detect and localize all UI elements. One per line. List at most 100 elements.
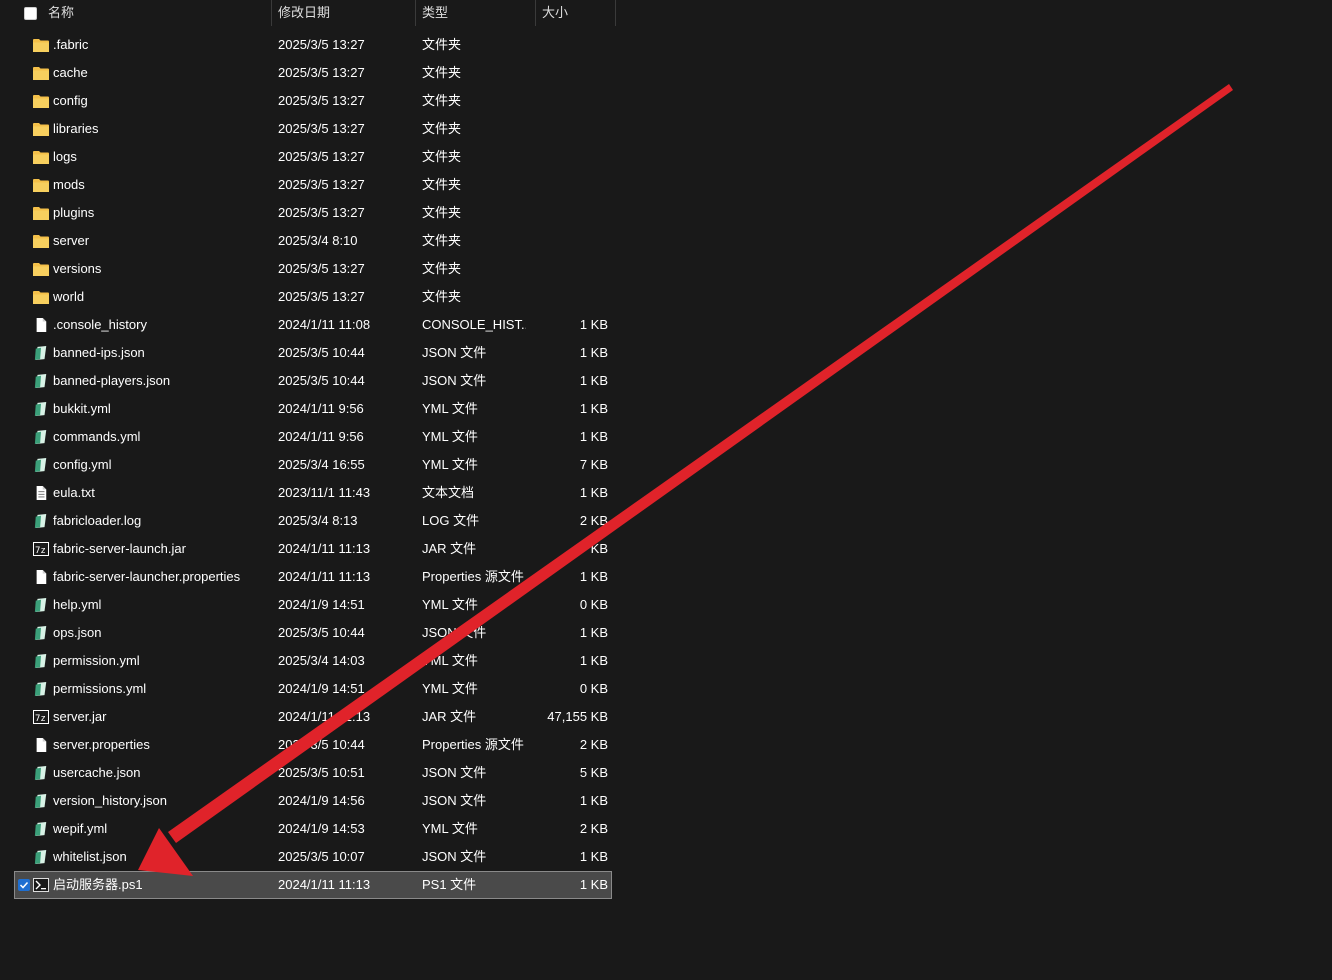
file-name: mods xyxy=(53,177,85,192)
file-name: server.properties xyxy=(53,737,150,752)
file-size: 1 KB xyxy=(579,653,608,668)
file-row[interactable]: ops.json 2025/3/5 10:44 JSON 文件 1 KB xyxy=(0,619,616,647)
file-date: 2025/3/5 13:27 xyxy=(278,93,365,108)
file-row[interactable]: fabric-server-launcher.properties 2024/1/… xyxy=(0,563,616,591)
file-row[interactable]: wepif.yml 2024/1/9 14:53 YML 文件 2 KB xyxy=(0,815,616,843)
file-row[interactable]: permissions.yml 2024/1/9 14:51 YML 文件 0 KB xyxy=(0,675,616,703)
file-row[interactable]: logs 2025/3/5 13:27 文件夹 xyxy=(0,143,616,171)
file-type: JSON 文件 xyxy=(422,793,487,808)
file-row[interactable]: cache 2025/3/5 13:27 文件夹 xyxy=(0,59,616,87)
folder-icon xyxy=(33,178,49,192)
file-size: 7 KB xyxy=(579,457,608,472)
file-name: permission.yml xyxy=(53,653,140,668)
yml-file-icon xyxy=(33,402,49,416)
file-type: YML 文件 xyxy=(422,821,478,836)
file-type: 文件夹 xyxy=(422,93,462,108)
file-row[interactable]: permission.yml 2025/3/4 14:03 YML 文件 1 KB xyxy=(0,647,616,675)
file-row[interactable]: 启动服务器.ps1 2024/1/11 11:13 PS1 文件 1 KB xyxy=(14,871,612,899)
file-size: 0 KB xyxy=(579,681,608,696)
text-file-icon xyxy=(33,486,49,500)
file-date: 2024/1/9 14:56 xyxy=(278,793,365,808)
file-type: Properties 源文件 xyxy=(422,737,524,752)
file-name: ops.json xyxy=(53,625,102,640)
file-name: fabric-server-launcher.properties xyxy=(53,569,241,584)
file-size: 1 KB xyxy=(579,625,608,640)
file-name: world xyxy=(53,289,85,304)
file-type: JAR 文件 xyxy=(422,541,477,556)
column-header-size[interactable]: 大小 xyxy=(536,0,616,26)
file-type: Properties 源文件 xyxy=(422,569,524,584)
blank-file-icon xyxy=(33,738,49,752)
powershell-file-icon xyxy=(33,878,49,892)
file-row[interactable]: config.yml 2025/3/4 16:55 YML 文件 7 KB xyxy=(0,451,616,479)
file-size: 1 KB xyxy=(579,849,608,864)
file-size: 0 KB xyxy=(579,597,608,612)
file-type: JAR 文件 xyxy=(422,709,477,724)
file-row[interactable]: help.yml 2024/1/9 14:51 YML 文件 0 KB xyxy=(0,591,616,619)
file-type: JSON 文件 xyxy=(422,373,487,388)
file-name: help.yml xyxy=(53,597,102,612)
file-row[interactable]: commands.yml 2024/1/11 9:56 YML 文件 1 KB xyxy=(0,423,616,451)
file-type: 文件夹 xyxy=(422,37,462,52)
file-row[interactable]: bukkit.yml 2024/1/11 9:56 YML 文件 1 KB xyxy=(0,395,616,423)
folder-icon xyxy=(33,206,49,220)
file-size: 1 KB xyxy=(579,429,608,444)
yml-file-icon xyxy=(33,598,49,612)
file-row[interactable]: libraries 2025/3/5 13:27 文件夹 xyxy=(0,115,616,143)
file-size xyxy=(530,31,608,59)
file-row[interactable]: .fabric 2025/3/5 13:27 文件夹 xyxy=(0,31,616,59)
file-row[interactable]: config 2025/3/5 13:27 文件夹 xyxy=(0,87,616,115)
file-type: YML 文件 xyxy=(422,457,478,472)
folder-icon xyxy=(33,290,49,304)
file-row[interactable]: whitelist.json 2025/3/5 10:07 JSON 文件 1 KB xyxy=(0,843,616,871)
file-row[interactable]: versions 2025/3/5 13:27 文件夹 xyxy=(0,255,616,283)
file-type: YML 文件 xyxy=(422,429,478,444)
file-row[interactable]: plugins 2025/3/5 13:27 文件夹 xyxy=(0,199,616,227)
file-size xyxy=(530,115,608,143)
file-row[interactable]: eula.txt 2023/11/1 11:43 文本文档 1 KB xyxy=(0,479,616,507)
folder-icon xyxy=(33,122,49,136)
json-file-icon xyxy=(33,794,49,808)
folder-icon xyxy=(33,262,49,276)
column-header-name[interactable]: 名称 xyxy=(42,0,272,26)
file-row[interactable]: usercache.json 2025/3/5 10:51 JSON 文件 5 KB xyxy=(0,759,616,787)
file-explorer: ^ 名称 修改日期 类型 大小 .fabric 2025/3/5 13:27 文件夹… xyxy=(0,0,1332,980)
file-row[interactable]: version_history.json 2024/1/9 14:56 JSON 文… xyxy=(0,787,616,815)
file-row[interactable]: banned-ips.json 2025/3/5 10:44 JSON 文件 1 KB xyxy=(0,339,616,367)
jar-file-icon: 7z xyxy=(33,710,49,724)
file-size xyxy=(530,59,608,87)
file-type: JSON 文件 xyxy=(422,765,487,780)
file-date: 2025/3/5 10:44 xyxy=(278,737,365,752)
json-file-icon xyxy=(33,766,49,780)
file-row[interactable]: 7z fabric-server-launch.jar 2024/1/11 11:1… xyxy=(0,535,616,563)
file-name: config xyxy=(53,93,88,108)
file-type: YML 文件 xyxy=(422,653,478,668)
file-type: 文件夹 xyxy=(422,121,462,136)
file-row[interactable]: server.properties 2025/3/5 10:44 Propertie… xyxy=(0,731,616,759)
file-name: 启动服务器.ps1 xyxy=(53,877,143,892)
file-size: 1 KB xyxy=(579,793,608,808)
file-date: 2025/3/5 13:27 xyxy=(278,289,365,304)
file-date: 2025/3/5 10:44 xyxy=(278,373,365,388)
file-row[interactable]: .console_history 2024/1/11 11:08 CONSOLE_H… xyxy=(0,311,616,339)
file-date: 2025/3/5 13:27 xyxy=(278,149,365,164)
file-type: 文件夹 xyxy=(422,205,462,220)
file-row[interactable]: mods 2025/3/5 13:27 文件夹 xyxy=(0,171,616,199)
file-date: 2025/3/5 10:07 xyxy=(278,849,365,864)
file-date: 2024/1/9 14:53 xyxy=(278,821,365,836)
file-row[interactable]: server 2025/3/4 8:10 文件夹 xyxy=(0,227,616,255)
row-checkbox-checked[interactable] xyxy=(18,879,30,891)
select-all-checkbox[interactable] xyxy=(24,7,37,20)
file-date: 2024/1/11 11:08 xyxy=(278,317,371,332)
file-row[interactable]: world 2025/3/5 13:27 文件夹 xyxy=(0,283,616,311)
file-size xyxy=(530,227,608,255)
file-type: 文件夹 xyxy=(422,233,462,248)
column-header-date[interactable]: 修改日期 xyxy=(272,0,416,26)
file-row[interactable]: fabricloader.log 2025/3/4 8:13 LOG 文件 2 KB xyxy=(0,507,616,535)
column-header-type[interactable]: 类型 xyxy=(416,0,536,26)
file-name: fabric-server-launch.jar xyxy=(53,541,186,556)
file-row[interactable]: banned-players.json 2025/3/5 10:44 JSON 文件… xyxy=(0,367,616,395)
folder-icon xyxy=(33,94,49,108)
file-row[interactable]: 7z server.jar 2024/1/11 11:13 JAR 文件 47,155 … xyxy=(0,703,616,731)
file-name: fabricloader.log xyxy=(53,513,142,528)
